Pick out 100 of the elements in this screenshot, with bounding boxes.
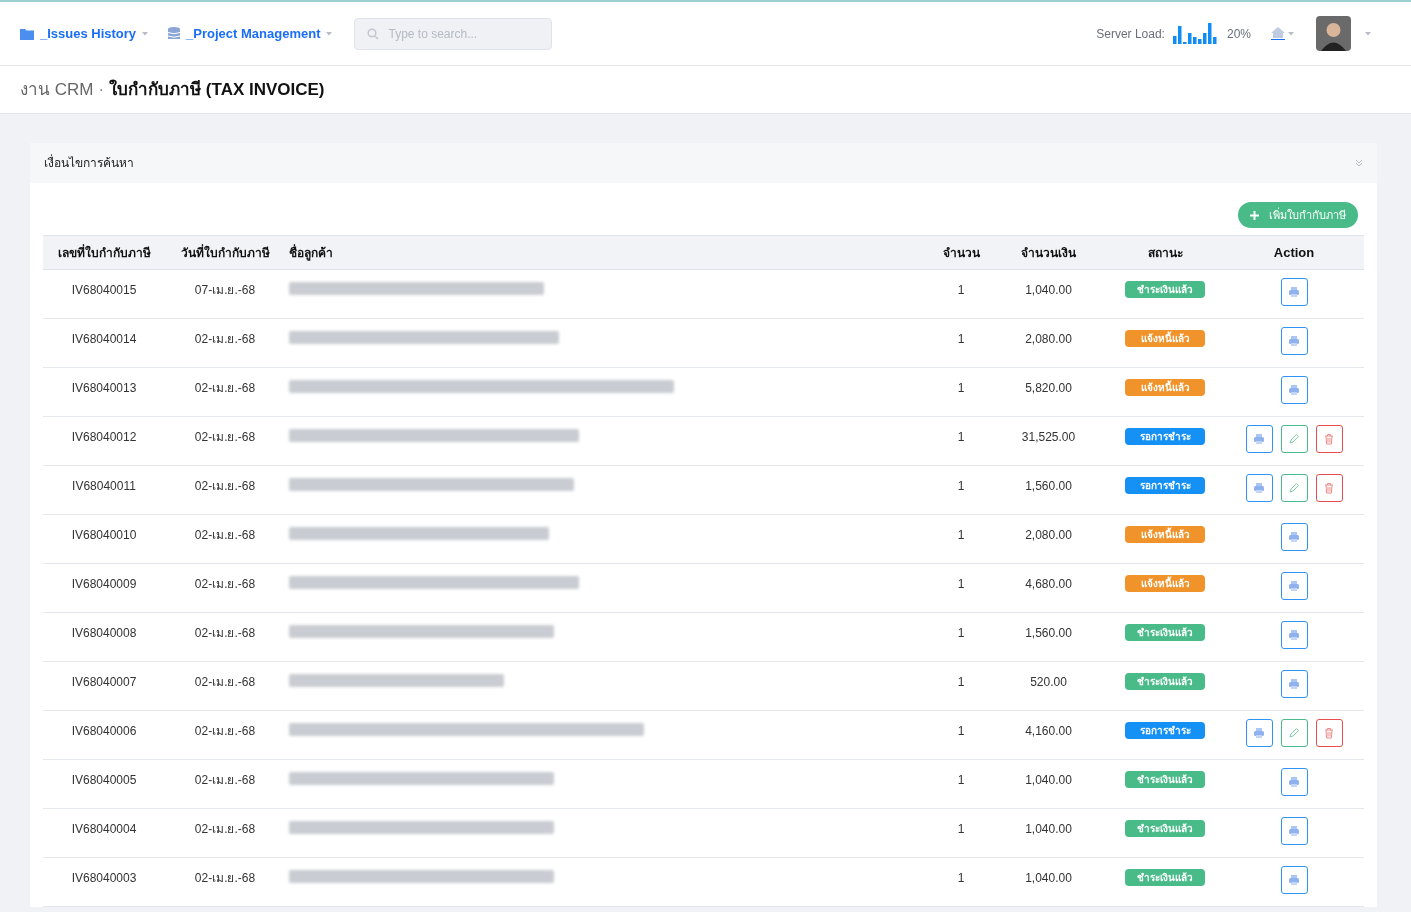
table-cell: 02-เม.ย.-68 [165, 563, 285, 613]
caret-icon [326, 31, 333, 36]
column-header: จำนวน [931, 235, 991, 270]
table-cell: 1,560.00 [991, 612, 1106, 662]
edit-button[interactable] [1280, 474, 1308, 502]
filter-panel-title: เงื่อนไขการค้นหา [44, 154, 134, 172]
printer-icon [1288, 531, 1300, 543]
status-badge: แจ้งหนี้แล้ว [1125, 330, 1205, 347]
table-cell: 1 [931, 857, 991, 907]
page-title: ใบกำกับภาษี (TAX INVOICE) [109, 78, 325, 101]
print-button[interactable] [1245, 425, 1273, 453]
edit-button[interactable] [1280, 719, 1308, 747]
search-field[interactable]: Type to search... [354, 17, 553, 50]
add-invoice-button[interactable]: เพิ่มใบกำกับภาษี [1238, 202, 1358, 228]
table-cell: 02-เม.ย.-68 [165, 710, 285, 760]
table-cell: 1 [931, 612, 991, 662]
status-badge: ชำระเงินแล้ว [1125, 281, 1205, 298]
table-cell: IV68040013 [43, 367, 165, 417]
print-button[interactable] [1280, 327, 1308, 355]
table-cell: 1 [931, 318, 991, 368]
print-button[interactable] [1280, 278, 1308, 306]
edit-button[interactable] [1280, 425, 1308, 453]
printer-icon [1253, 482, 1265, 494]
table-cell: 02-เม.ย.-68 [165, 416, 285, 466]
table-cell: IV68040003 [43, 857, 165, 907]
status-badge: รอการชำระ [1125, 477, 1205, 494]
avatar[interactable] [1316, 16, 1351, 51]
caret-icon [1365, 31, 1371, 36]
table-cell: IV68040008 [43, 612, 165, 662]
table-cell: 1,040.00 [991, 269, 1106, 319]
column-header: ชื่อลูกค้า [285, 235, 931, 270]
status-badge: รอการชำระ [1125, 428, 1205, 445]
print-button[interactable] [1280, 376, 1308, 404]
status-badge: ชำระเงินแล้ว [1125, 820, 1205, 837]
status-badge: แจ้งหนี้แล้ว [1125, 526, 1205, 543]
table-cell: 1,040.00 [991, 808, 1106, 858]
print-button[interactable] [1280, 866, 1308, 894]
table-cell: 1 [931, 465, 991, 515]
print-button[interactable] [1280, 670, 1308, 698]
table-cell: 02-เม.ย.-68 [165, 514, 285, 564]
table-cell: 1,040.00 [991, 857, 1106, 907]
print-button[interactable] [1280, 523, 1308, 551]
column-header: วันที่ใบกำกับภาษี [165, 235, 285, 270]
nav-menu[interactable]: _Issues History [20, 23, 149, 44]
status-badge: ชำระเงินแล้ว [1125, 869, 1205, 886]
table-cell: 02-เม.ย.-68 [165, 857, 285, 907]
printer-icon [1253, 433, 1265, 445]
status-badge: ชำระเงินแล้ว [1125, 624, 1205, 641]
status-badge: ชำระเงินแล้ว [1125, 673, 1205, 690]
pencil-icon [1288, 727, 1300, 739]
table-cell: 4,160.00 [991, 710, 1106, 760]
table-cell: IV68040006 [43, 710, 165, 760]
table-cell: 2,080.00 [991, 318, 1106, 368]
table-cell: 5,820.00 [991, 367, 1106, 417]
trash-icon [1323, 433, 1335, 445]
table-cell: IV68040015 [43, 269, 165, 319]
pencil-icon [1288, 482, 1300, 494]
server-load-reading: 20% [1226, 25, 1251, 43]
table-cell: 1 [931, 563, 991, 613]
table-cell: 1 [931, 269, 991, 319]
print-button[interactable] [1245, 474, 1273, 502]
table-cell: IV68040011 [43, 465, 165, 515]
status-badge: รอการชำระ [1125, 722, 1205, 739]
column-header: จำนวนเงิน [991, 235, 1106, 270]
table-cell: IV68040010 [43, 514, 165, 564]
printer-icon [1288, 776, 1300, 788]
folder-icon [20, 27, 34, 40]
table-cell: 02-เม.ย.-68 [165, 318, 285, 368]
delete-button[interactable] [1315, 474, 1343, 502]
breadcrumb-separator: · [98, 78, 105, 101]
printer-icon [1288, 580, 1300, 592]
printer-icon [1253, 727, 1265, 739]
caret-icon [1288, 31, 1294, 36]
print-button[interactable] [1245, 719, 1273, 747]
table-cell: IV68040014 [43, 318, 165, 368]
breadcrumb-parent[interactable]: งาน CRM [20, 76, 94, 103]
table-cell: 02-เม.ย.-68 [165, 759, 285, 809]
print-button[interactable] [1280, 621, 1308, 649]
table-cell: 02-เม.ย.-68 [165, 465, 285, 515]
printer-icon [1288, 335, 1300, 347]
table-cell: IV68040009 [43, 563, 165, 613]
plus-icon [1250, 210, 1259, 220]
printer-icon [1288, 629, 1300, 641]
status-badge: แจ้งหนี้แล้ว [1125, 575, 1205, 592]
delete-button[interactable] [1315, 719, 1343, 747]
home-menu[interactable] [1271, 27, 1294, 40]
filter-panel-header[interactable]: เงื่อนไขการค้นหา [30, 143, 1377, 183]
print-button[interactable] [1280, 817, 1308, 845]
search-icon [367, 27, 380, 40]
table-cell: 1,560.00 [991, 465, 1106, 515]
printer-icon [1288, 678, 1300, 690]
trash-icon [1323, 727, 1335, 739]
table-cell: 1 [931, 661, 991, 711]
print-button[interactable] [1280, 572, 1308, 600]
nav-menu[interactable]: _Project Management [168, 23, 333, 44]
table-cell: 2,080.00 [991, 514, 1106, 564]
table-cell: IV68040004 [43, 808, 165, 858]
delete-button[interactable] [1315, 425, 1343, 453]
print-button[interactable] [1280, 768, 1308, 796]
home-icon [1271, 27, 1285, 40]
